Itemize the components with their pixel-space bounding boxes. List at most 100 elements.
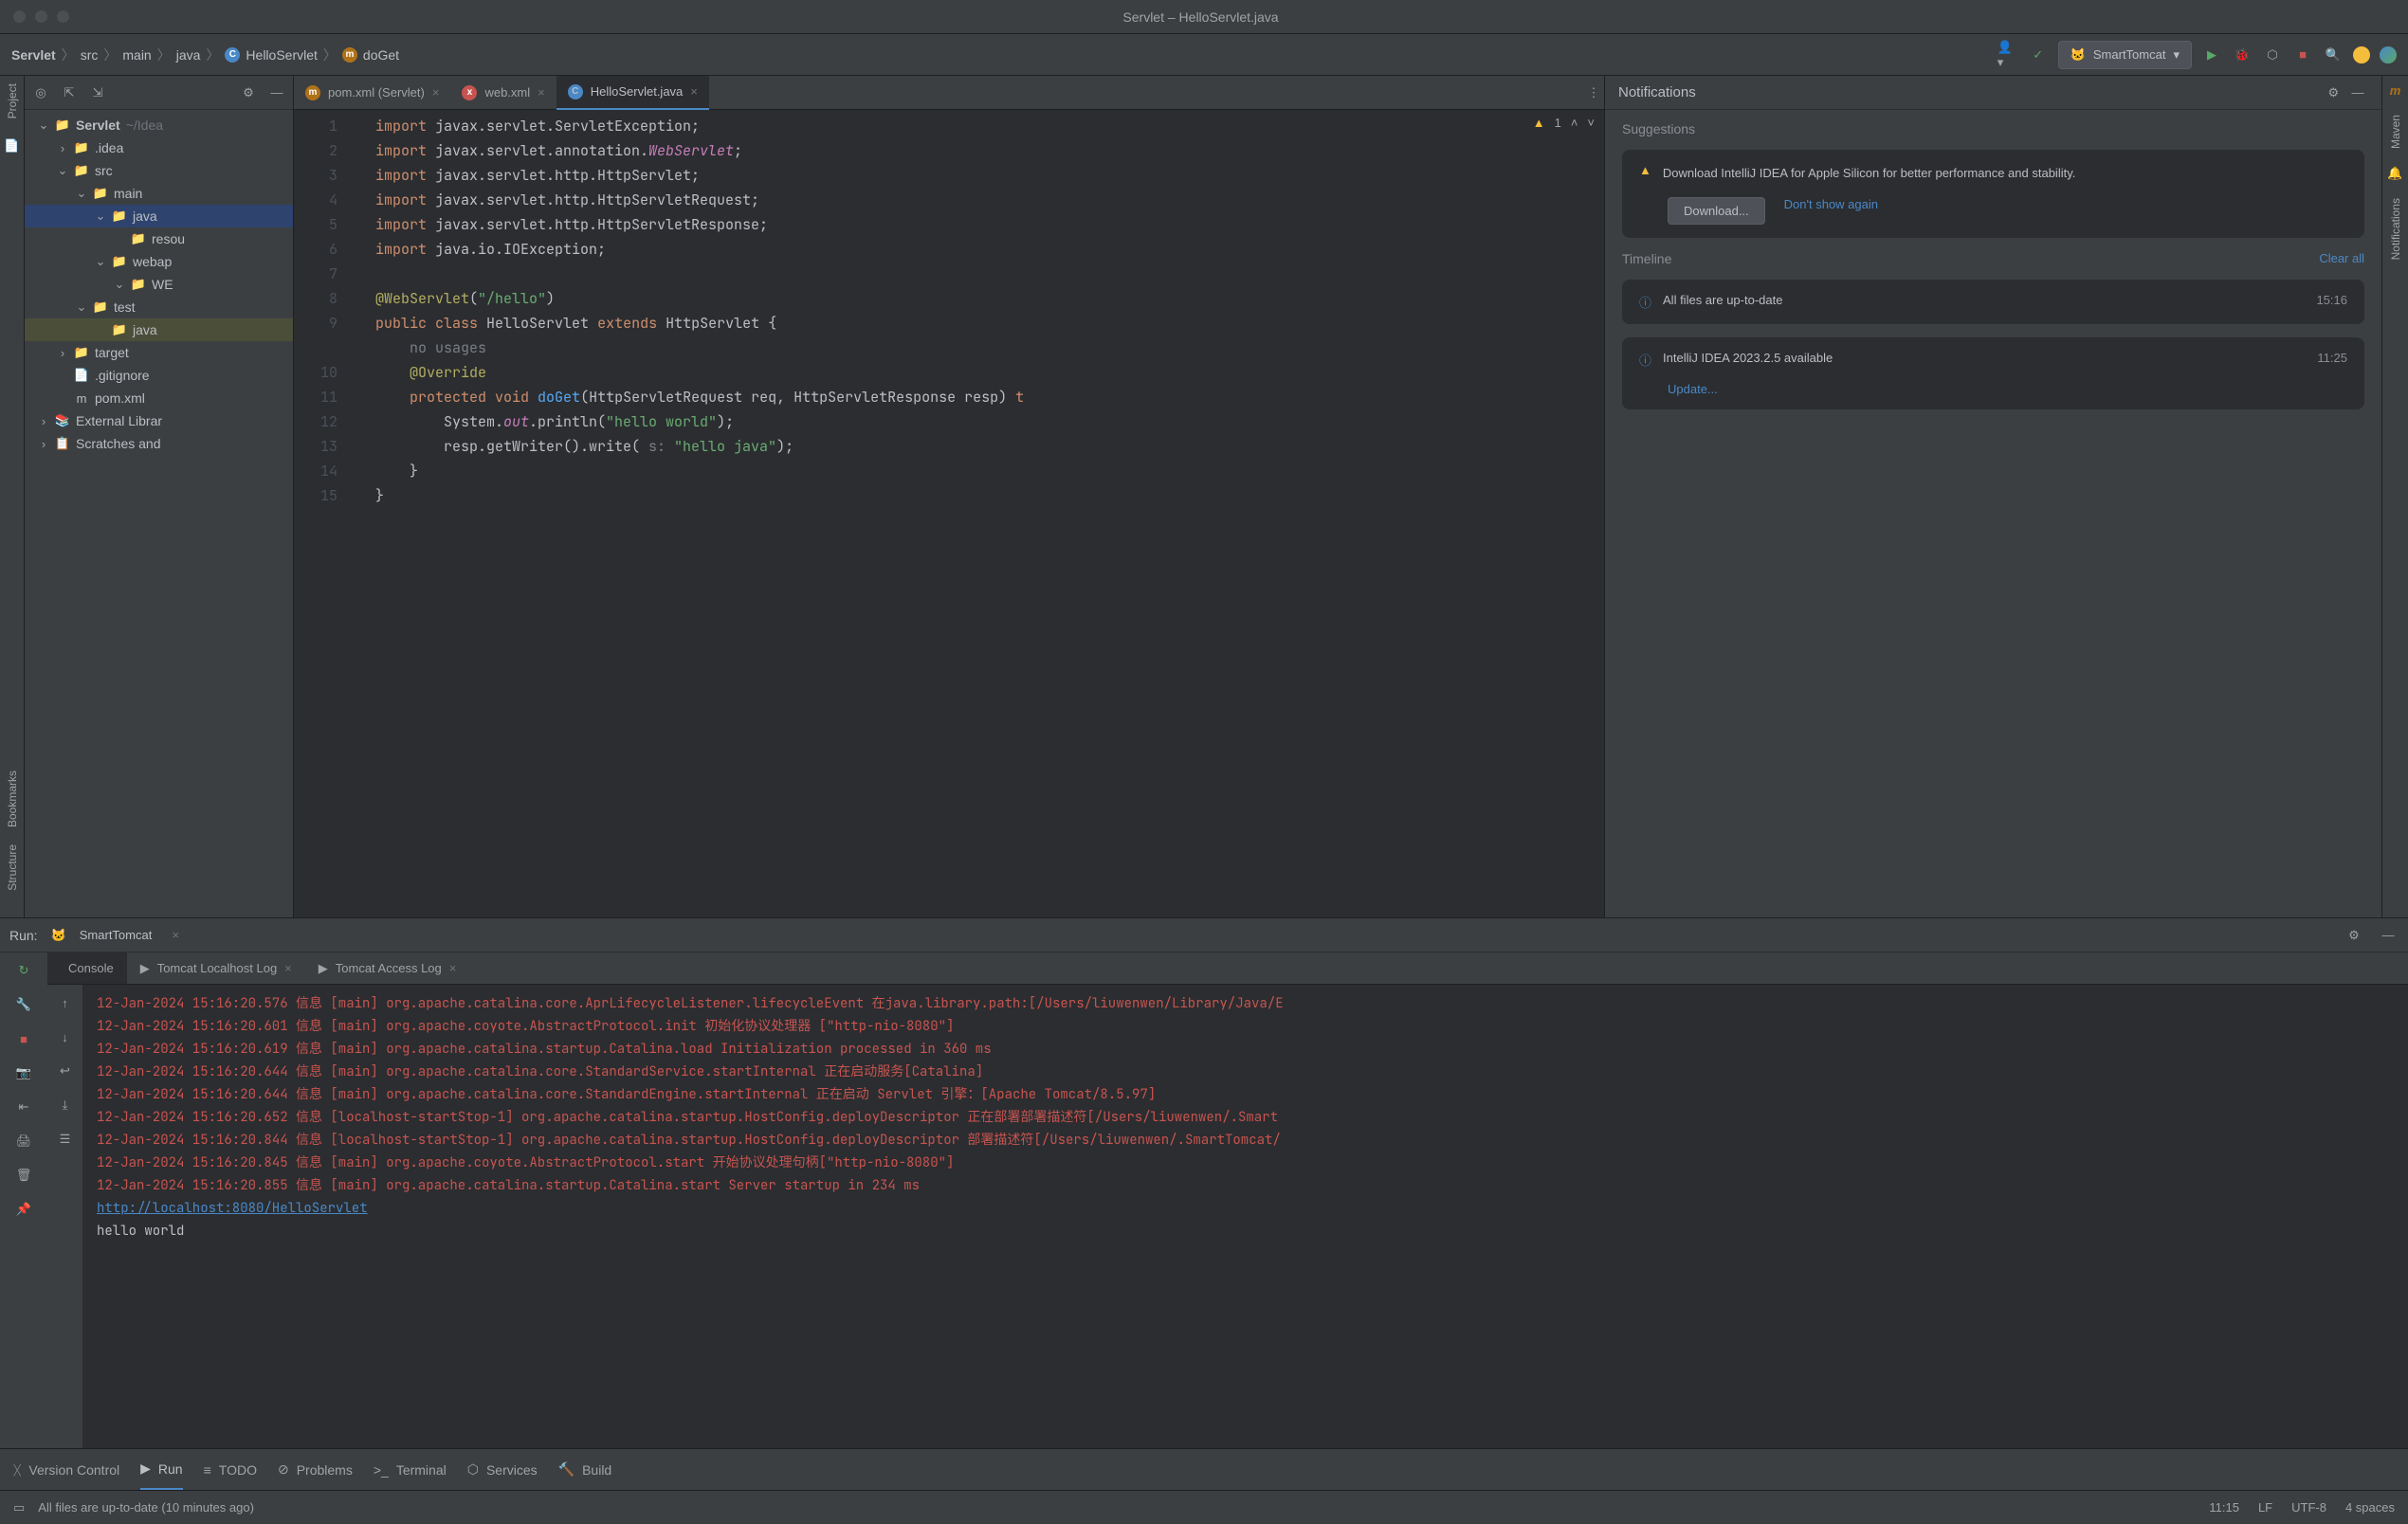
tree-row[interactable]: m pom.xml [25, 387, 293, 409]
tree-row-scratch[interactable]: › 📋Scratches and [25, 432, 293, 455]
tree-row[interactable]: ⌄ 📁 WE [25, 273, 293, 296]
crumb-src[interactable]: src [81, 47, 99, 63]
code-content[interactable]: import javax.servlet.ServletException;im… [362, 110, 1604, 917]
console-tab[interactable]: ▶Tomcat Localhost Log × [127, 952, 305, 984]
scroll-icon[interactable]: ⤓ [55, 1095, 76, 1116]
console-tab[interactable]: Console [47, 952, 127, 984]
console-tab[interactable]: ▶Tomcat Access Log × [305, 952, 470, 984]
debug-button[interactable]: 🐞 [2232, 45, 2253, 65]
stop-button[interactable]: ■ [13, 1028, 34, 1049]
vcs-update-icon[interactable]: ✓ [2028, 45, 2049, 65]
stop-button[interactable]: ■ [2292, 45, 2313, 65]
tree-row[interactable]: 📄 .gitignore [25, 364, 293, 387]
tree-row-root[interactable]: ⌄ 📁 Servlet ~/Idea [25, 114, 293, 136]
tool-window-tab[interactable]: ⊘Problems [278, 1461, 353, 1478]
crumb-project[interactable]: Servlet [11, 47, 56, 63]
tree-row[interactable]: ⌄ 📁 java [25, 205, 293, 227]
tree-row-extlib[interactable]: › 📚External Librar [25, 409, 293, 432]
minimize-dot[interactable] [35, 10, 47, 23]
maven-tool-button[interactable]: Maven [2389, 115, 2402, 149]
filter-icon[interactable]: ☰ [55, 1129, 76, 1150]
project-tree: ◎ ⇱ ⇲ ⚙ — ⌄ 📁 Servlet ~/Idea › 📁 .idea ⌄… [25, 76, 294, 917]
down-icon[interactable]: ↓ [55, 1026, 76, 1047]
close-icon[interactable]: × [432, 85, 440, 100]
rerun-button[interactable]: ↻ [13, 960, 34, 981]
locate-icon[interactable]: ◎ [30, 82, 51, 103]
gear-icon[interactable]: ⚙ [238, 82, 259, 103]
tool-window-tab[interactable]: 🔨Build [558, 1461, 612, 1478]
editor-tab[interactable]: CHelloServlet.java× [556, 76, 709, 110]
cursor-position[interactable]: 11:15 [2209, 1500, 2239, 1515]
wrap-icon[interactable]: ↩ [55, 1061, 76, 1081]
tree-row[interactable]: ⌄ 📁 src [25, 159, 293, 182]
toolbox-icon[interactable]: ▭ [13, 1500, 25, 1515]
tool-window-tab[interactable]: ▶Run [140, 1449, 182, 1490]
hide-icon[interactable]: — [2347, 82, 2368, 102]
tree-row[interactable]: ⌄ 📁 test [25, 296, 293, 318]
crumb-java[interactable]: java [176, 47, 201, 63]
tree-row[interactable]: ⌄ 📁 webap [25, 250, 293, 273]
camera-icon[interactable]: 📷 [13, 1062, 34, 1083]
vcs-user-icon[interactable]: 👤▾ [1998, 45, 2018, 65]
notifications-tool-button[interactable]: Notifications [2389, 198, 2402, 260]
maximize-dot[interactable] [57, 10, 69, 23]
crumb-method[interactable]: doGet [363, 47, 399, 63]
close-icon[interactable]: × [165, 925, 186, 946]
editor-tab[interactable]: mpom.xml (Servlet)× [294, 76, 450, 110]
console-output[interactable]: 12-Jan-2024 15:16:20.576 信息 [main] org.a… [83, 985, 2408, 1448]
notif-text: All files are up-to-date [1663, 293, 1782, 311]
expand-all-icon[interactable]: ⇱ [59, 82, 80, 103]
gear-icon[interactable]: ⚙ [2344, 925, 2364, 946]
more-tabs-icon[interactable]: ⋮ [1583, 82, 1604, 103]
tool-window-tab[interactable]: ᚷVersion Control [13, 1462, 119, 1478]
tree-row[interactable]: ⌄ 📁 main [25, 182, 293, 205]
chevron-down-icon[interactable]: ˅ [1587, 116, 1595, 130]
run-button[interactable]: ▶ [2201, 45, 2222, 65]
indent[interactable]: 4 spaces [2345, 1500, 2395, 1515]
file-icon[interactable]: 📄 [2, 136, 23, 156]
hide-icon[interactable]: — [266, 82, 287, 103]
run-config-selector[interactable]: 🐱 SmartTomcat ▾ [2058, 41, 2192, 69]
tree-row[interactable]: › 📁 .idea [25, 136, 293, 159]
tool-window-tab[interactable]: >_Terminal [374, 1462, 447, 1478]
download-button[interactable]: Download... [1668, 197, 1765, 225]
crumb-class[interactable]: HelloServlet [246, 47, 317, 63]
tree-row[interactable]: 📁 resou [25, 227, 293, 250]
close-dot[interactable] [13, 10, 26, 23]
update-link[interactable]: Update... [1668, 382, 1718, 396]
exit-icon[interactable]: ⇤ [13, 1097, 34, 1117]
crumb-main[interactable]: main [122, 47, 151, 63]
trash-icon[interactable]: 🗑 [13, 1165, 34, 1186]
wrench-icon[interactable]: 🔧 [13, 994, 34, 1015]
tree-row[interactable]: › 📁 target [25, 341, 293, 364]
line-separator[interactable]: LF [2258, 1500, 2272, 1515]
close-icon[interactable]: × [690, 84, 698, 99]
tool-window-tab[interactable]: ≡TODO [204, 1462, 257, 1478]
search-icon[interactable]: 🔍 [2323, 45, 2344, 65]
jetbrains-toolbox-badge[interactable] [2380, 46, 2397, 64]
chevron-up-icon[interactable]: ˄ [1571, 116, 1578, 130]
editor-body[interactable]: 123456789101112131415 import javax.servl… [294, 110, 1604, 917]
coverage-button[interactable]: ⬡ [2262, 45, 2283, 65]
tool-window-tab[interactable]: ⬡Services [467, 1461, 538, 1478]
inspection-widget[interactable]: ▲ 1 ˄ ˅ [1533, 116, 1595, 130]
bookmarks-tool-button[interactable]: Bookmarks [6, 771, 19, 827]
ide-update-badge[interactable] [2353, 46, 2370, 64]
project-tree-body[interactable]: ⌄ 📁 Servlet ~/Idea › 📁 .idea ⌄ 📁 src ⌄ 📁… [25, 110, 293, 459]
tree-row[interactable]: 📁 java [25, 318, 293, 341]
suggestion-text: Download IntelliJ IDEA for Apple Silicon… [1663, 163, 2075, 184]
dont-show-link[interactable]: Don't show again [1784, 197, 1878, 225]
editor-tab[interactable]: xweb.xml× [450, 76, 556, 110]
notif-time: 11:25 [2317, 351, 2347, 369]
collapse-all-icon[interactable]: ⇲ [87, 82, 108, 103]
encoding[interactable]: UTF-8 [2291, 1500, 2326, 1515]
close-icon[interactable]: × [538, 85, 545, 100]
gear-icon[interactable]: ⚙ [2323, 82, 2344, 103]
structure-tool-button[interactable]: Structure [6, 844, 19, 891]
clear-all-link[interactable]: Clear all [2319, 251, 2364, 266]
pin-icon[interactable]: 📌 [13, 1199, 34, 1220]
print-icon[interactable]: 🖨 [13, 1131, 34, 1152]
hide-icon[interactable]: — [2378, 925, 2399, 946]
up-icon[interactable]: ↑ [55, 992, 76, 1013]
project-tool-button[interactable]: Project [6, 83, 19, 118]
